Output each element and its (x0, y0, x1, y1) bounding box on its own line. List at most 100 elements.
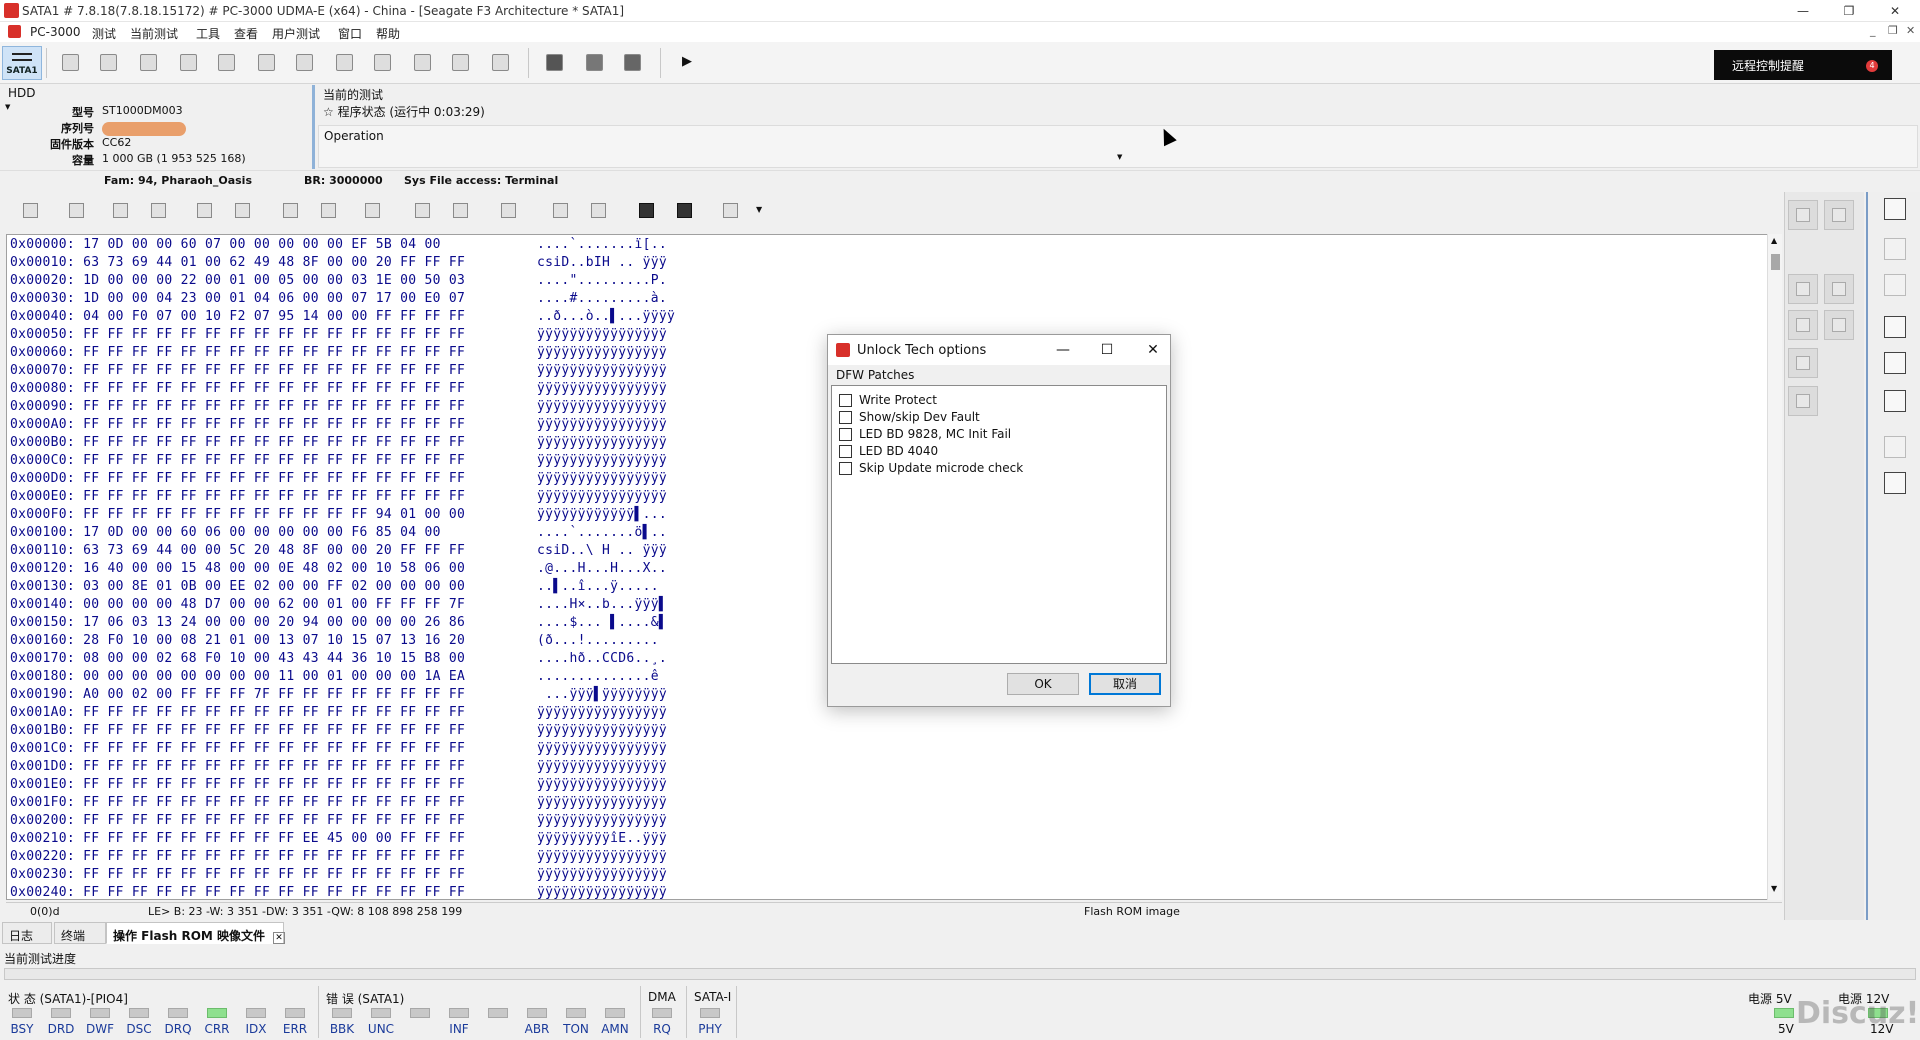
tab-flash-rom[interactable]: 操作 Flash ROM 映像文件 ✕ (106, 922, 286, 944)
copy-icon[interactable] (280, 200, 302, 222)
hex-row[interactable]: 0x00120: 16 40 00 00 15 48 00 00 0E 48 0… (10, 561, 667, 579)
hex-row[interactable]: 0x00050: FF FF FF FF FF FF FF FF FF FF F… (10, 327, 667, 345)
toolbar-btn-chip-icon[interactable] (252, 48, 280, 76)
hex-scrollbar[interactable]: ▲ ▼ (1767, 234, 1782, 900)
slider-icon[interactable] (1884, 274, 1906, 296)
toolbar-btn-lines-icon[interactable] (486, 48, 514, 76)
info-dropdown-icon[interactable]: ▼ (756, 205, 762, 214)
hex-row[interactable]: 0x000B0: FF FF FF FF FF FF FF FF FF FF F… (10, 435, 667, 453)
tab-close-icon[interactable]: ✕ (273, 932, 286, 944)
menu-view[interactable]: 查看 (234, 25, 258, 42)
right-btn-doc-icon[interactable] (1788, 310, 1818, 340)
info-card-icon[interactable] (1884, 198, 1906, 220)
hash-icon[interactable] (20, 200, 42, 222)
scroll-down-icon[interactable]: ▼ (1771, 884, 1777, 893)
menu-user-test[interactable]: 用户测试 (272, 25, 320, 42)
tab-log[interactable]: 日志 (2, 922, 52, 944)
maximize-button[interactable]: ❐ (1826, 0, 1872, 22)
hex-row[interactable]: 0x00190: A0 00 02 00 FF FF FF 7F FF FF F… (10, 687, 667, 705)
right-btn-one-icon[interactable] (1824, 200, 1854, 230)
checkbox[interactable] (839, 462, 852, 475)
hex-row[interactable]: 0x00240: FF FF FF FF FF FF FF FF FF FF F… (10, 885, 667, 899)
hex-row[interactable]: 0x001D0: FF FF FF FF FF FF FF FF FF FF F… (10, 759, 667, 777)
compare-icon[interactable] (362, 200, 384, 222)
filter-icon[interactable] (66, 200, 88, 222)
menu-pc3000[interactable]: PC-3000 (30, 25, 80, 39)
hex-row[interactable]: 0x00170: 08 00 00 02 68 F0 10 00 43 43 4… (10, 651, 667, 669)
tab-terminal[interactable]: 终端 (54, 922, 106, 944)
find-icon[interactable] (636, 200, 658, 222)
hex-row[interactable]: 0x000D0: FF FF FF FF FF FF FF FF FF FF F… (10, 471, 667, 489)
right-btn-book-icon[interactable] (1788, 200, 1818, 230)
dialog-close-icon[interactable]: ✕ (1138, 339, 1168, 361)
hex-row[interactable]: 0x00020: 1D 00 00 00 22 00 01 00 05 00 0… (10, 273, 667, 291)
hex-row[interactable]: 0x000A0: FF FF FF FF FF FF FF FF FF FF F… (10, 417, 667, 435)
toolbar-btn-drive-icon[interactable] (580, 48, 608, 76)
cancel-button[interactable]: 取消 (1089, 673, 1161, 695)
power-icon[interactable] (1884, 238, 1906, 260)
hex-row[interactable]: 0x00230: FF FF FF FF FF FF FF FF FF FF F… (10, 867, 667, 885)
open-file-icon[interactable] (412, 200, 434, 222)
info-icon[interactable] (720, 200, 742, 222)
hex-row[interactable]: 0x00080: FF FF FF FF FF FF FF FF FF FF F… (10, 381, 667, 399)
read-icon[interactable] (194, 200, 216, 222)
hex-row[interactable]: 0x00150: 17 06 03 13 24 00 00 00 20 94 0… (10, 615, 667, 633)
checkbox[interactable] (839, 394, 852, 407)
wrench-icon[interactable] (1884, 472, 1906, 494)
toolbar-btn-file-icon[interactable] (290, 48, 318, 76)
download-icon[interactable] (588, 200, 610, 222)
ok-button[interactable]: OK (1007, 673, 1079, 695)
hex-row[interactable]: 0x001F0: FF FF FF FF FF FF FF FF FF FF F… (10, 795, 667, 813)
toolbar-btn-tree-icon[interactable] (134, 48, 162, 76)
mdi-minimize-icon[interactable]: _ (1870, 24, 1876, 37)
hex-row[interactable]: 0x00060: FF FF FF FF FF FF FF FF FF FF F… (10, 345, 667, 363)
toolbar-btn-search-icon[interactable] (94, 48, 122, 76)
hex-row[interactable]: 0x00110: 63 73 69 44 00 00 5C 20 48 8F 0… (10, 543, 667, 561)
menu-window[interactable]: 窗口 (338, 25, 362, 42)
toolbar-btn-network-icon[interactable] (446, 48, 474, 76)
right-btn-dropdown-icon[interactable] (1788, 348, 1818, 378)
remote-control-alert-button[interactable]: 远程控制提醒 4 (1714, 50, 1892, 80)
toolbar-btn-stack-icon[interactable] (368, 48, 396, 76)
probe-icon[interactable] (1884, 390, 1906, 412)
reset-icon[interactable] (1884, 352, 1906, 374)
toolbar-btn-tool-icon[interactable] (618, 48, 646, 76)
scroll-up-icon[interactable]: ▲ (1771, 236, 1777, 245)
toolbar-btn-list-icon[interactable] (56, 48, 84, 76)
find-next-icon[interactable] (674, 200, 696, 222)
toolbar-btn-disk-icon[interactable] (330, 48, 358, 76)
hex-row[interactable]: 0x001B0: FF FF FF FF FF FF FF FF FF FF F… (10, 723, 667, 741)
board-icon[interactable] (1884, 316, 1906, 338)
hex-row[interactable]: 0x00040: 04 00 F0 07 00 10 F2 07 95 14 0… (10, 309, 675, 327)
run-arrow-icon[interactable]: ▶ (682, 54, 692, 69)
hex-row[interactable]: 0x001C0: FF FF FF FF FF FF FF FF FF FF F… (10, 741, 667, 759)
minimize-button[interactable]: — (1780, 0, 1826, 22)
hex-row[interactable]: 0x000C0: FF FF FF FF FF FF FF FF FF FF F… (10, 453, 667, 471)
right-btn-edit-icon[interactable] (1788, 386, 1818, 416)
hex-row[interactable]: 0x00100: 17 0D 00 00 60 06 00 00 00 00 0… (10, 525, 667, 543)
paste-icon[interactable] (318, 200, 340, 222)
hex-row[interactable]: 0x001A0: FF FF FF FF FF FF FF FF FF FF F… (10, 705, 667, 723)
mdi-restore-icon[interactable]: ❐ (1888, 24, 1898, 37)
hex-row[interactable]: 0x00200: FF FF FF FF FF FF FF FF FF FF F… (10, 813, 667, 831)
hex-row[interactable]: 0x00140: 00 00 00 00 48 D7 00 00 62 00 0… (10, 597, 667, 615)
hex-row[interactable]: 0x001E0: FF FF FF FF FF FF FF FF FF FF F… (10, 777, 667, 795)
upload-icon[interactable] (550, 200, 572, 222)
dialog-minimize-icon[interactable]: — (1048, 339, 1078, 361)
menu-tools[interactable]: 工具 (196, 25, 220, 42)
toolbar-btn-copy-icon[interactable] (540, 48, 568, 76)
hex-row[interactable]: 0x00010: 63 73 69 44 01 00 62 49 48 8F 0… (10, 255, 667, 273)
menu-test[interactable]: 测试 (92, 25, 116, 42)
checkbox[interactable] (839, 445, 852, 458)
goto-start-icon[interactable] (498, 200, 520, 222)
menu-current-test[interactable]: 当前测试 (130, 25, 178, 42)
stop-icon[interactable] (148, 200, 170, 222)
hex-row[interactable]: 0x00130: 03 00 8E 01 0B 00 EE 02 00 00 F… (10, 579, 659, 597)
toolbar-btn-5760-icon[interactable] (174, 48, 202, 76)
mdi-close-icon[interactable]: ✕ (1906, 24, 1915, 37)
scroll-thumb[interactable] (1771, 254, 1780, 270)
toolbar-btn-grid-icon[interactable] (408, 48, 436, 76)
hex-row[interactable]: 0x00210: FF FF FF FF FF FF FF FF FF EE 4… (10, 831, 667, 849)
right-btn-building-icon[interactable] (1788, 274, 1818, 304)
panel-splitter[interactable] (312, 85, 315, 169)
